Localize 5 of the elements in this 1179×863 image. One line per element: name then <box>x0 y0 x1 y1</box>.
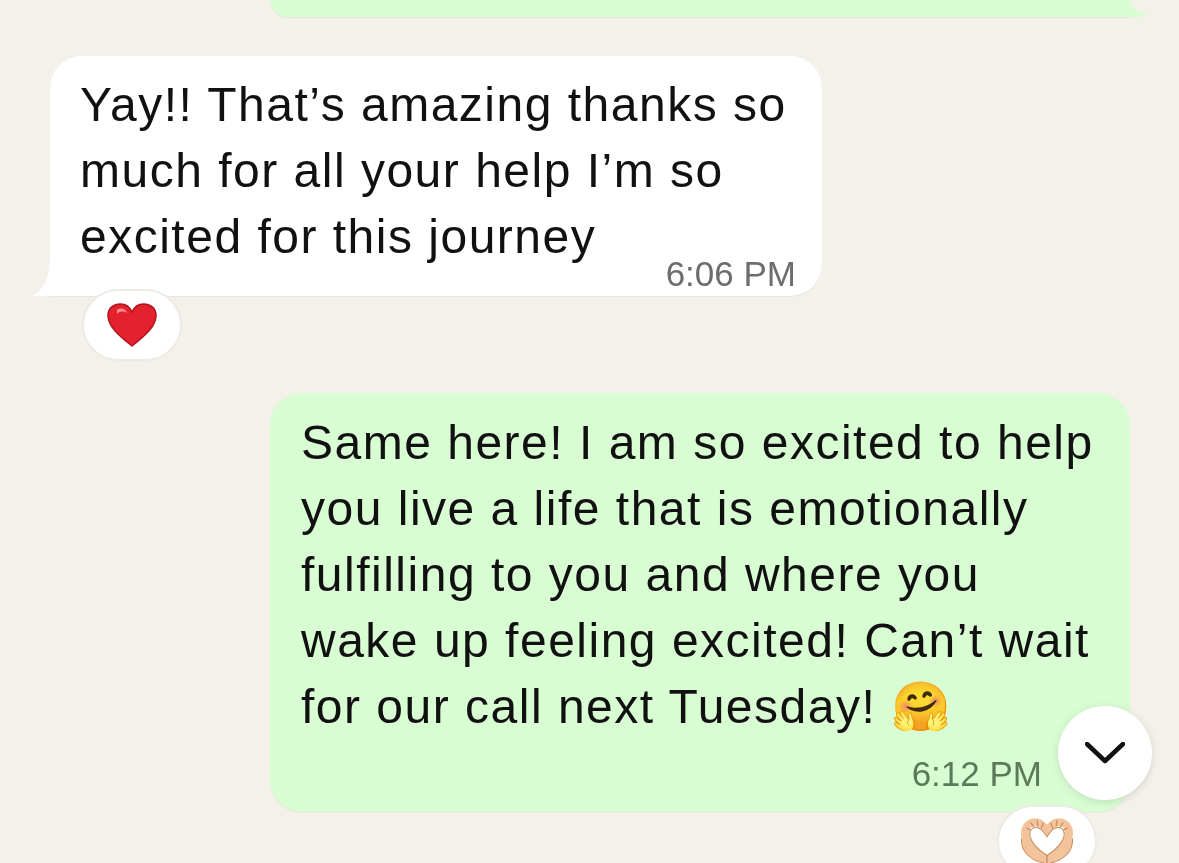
message-text: Same here! I am so excited to help you live a life that is emotionally fulfilling to you and where you wake up feeling excited! Can’t wait for our call next Tuesday! 🤗 <box>301 416 1094 733</box>
heart-icon <box>107 303 157 347</box>
chevron-down-icon <box>1085 742 1125 764</box>
heart-hands-icon <box>1020 818 1074 863</box>
message-time: 6:12 PM <box>911 756 1042 792</box>
